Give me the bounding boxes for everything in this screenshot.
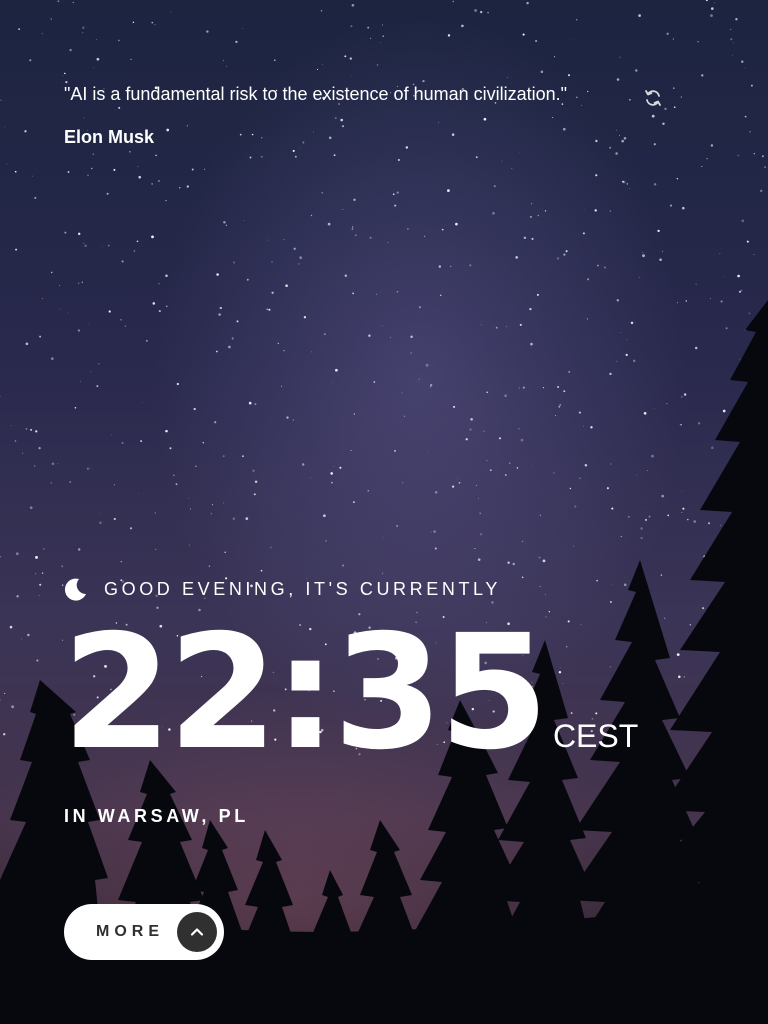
quote-author: Elon Musk [64,127,155,147]
background-night-sky [0,0,768,1024]
more-button[interactable]: MORE [64,904,224,960]
more-button-label: MORE [96,923,164,940]
moon-icon [64,577,88,601]
location-text: IN WARSAW, PL [64,806,249,826]
refresh-icon[interactable] [643,88,663,108]
tree-silhouettes [0,300,768,1024]
greeting: GOOD EVENING, IT'S CURRENTLY [64,577,501,601]
chevron-up-icon [177,912,217,952]
clock-timezone: CEST [552,718,639,754]
clock-time: 22:35 [62,601,549,785]
greeting-text: GOOD EVENING, IT'S CURRENTLY [104,578,501,599]
clock: 22:35 CEST [62,614,638,772]
quote-section: "AI is a fundamental risk to the existen… [64,82,674,148]
quote-text: "AI is a fundamental risk to the existen… [64,84,568,104]
